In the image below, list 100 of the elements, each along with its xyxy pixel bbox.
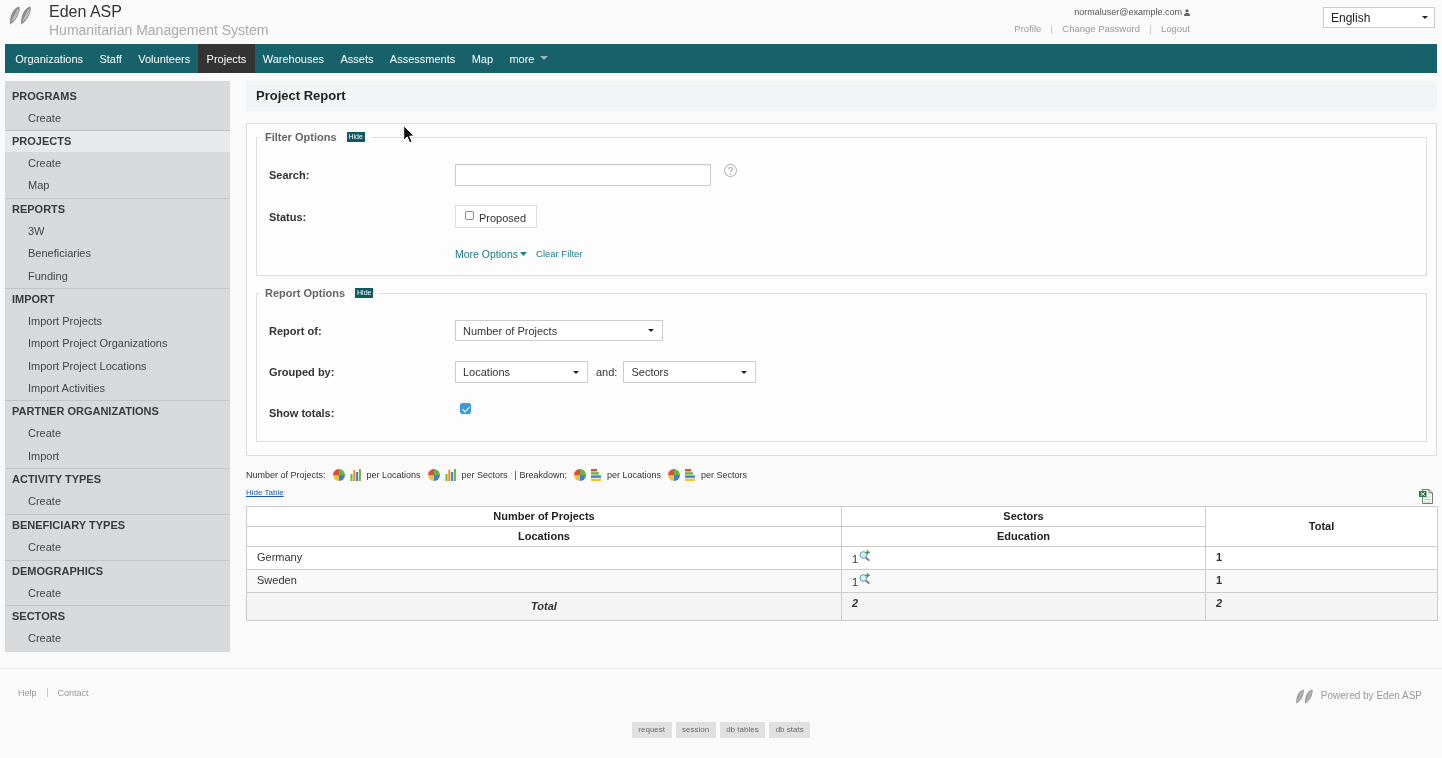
clear-filter-link[interactable]: Clear Filter bbox=[536, 247, 583, 261]
chart-link-label: per Sectors bbox=[461, 469, 508, 481]
sidebar-item[interactable]: Import bbox=[28, 448, 60, 463]
sidebar-heading[interactable]: PROGRAMS bbox=[5, 85, 230, 107]
spreadsheet-export-icon[interactable] bbox=[1419, 489, 1433, 504]
user-email: normaluser@example.com bbox=[1074, 6, 1182, 19]
checkbox[interactable] bbox=[460, 403, 471, 414]
language-select[interactable]: English bbox=[1323, 7, 1435, 28]
nav-tab[interactable]: Warehouses bbox=[254, 44, 333, 73]
site-title: Eden ASP bbox=[49, 3, 122, 21]
table-cell: 1 bbox=[1205, 546, 1438, 570]
caret-icon bbox=[741, 370, 748, 374]
debug-button[interactable]: session bbox=[675, 721, 716, 738]
table-cell: Germany bbox=[246, 546, 842, 570]
table-cell: 2 bbox=[1205, 592, 1438, 621]
sidebar-item[interactable]: Import Project Organizations bbox=[28, 336, 168, 351]
sidebar-item[interactable]: Create bbox=[28, 585, 62, 600]
table-cell: 1 bbox=[1205, 569, 1438, 593]
nav-tab[interactable]: Volunteers bbox=[130, 44, 199, 73]
logo-icon[interactable] bbox=[8, 6, 33, 25]
table-cell: Total bbox=[246, 592, 842, 621]
sidebar-heading[interactable]: REPORTS bbox=[5, 199, 230, 221]
nav-tab[interactable]: Staff bbox=[91, 44, 131, 73]
rows-select[interactable]: Locations bbox=[455, 361, 588, 383]
sidebar-heading[interactable]: IMPORT bbox=[5, 289, 230, 311]
field-label: Show totals: bbox=[269, 406, 335, 420]
and-label: and: bbox=[596, 366, 618, 378]
chart-link-label: per Locations bbox=[607, 469, 662, 481]
checkbox[interactable] bbox=[465, 211, 474, 220]
sidebar-item[interactable]: Import Project Locations bbox=[28, 358, 147, 373]
fieldset-legend: Filter Options bbox=[265, 130, 337, 144]
columns-select[interactable]: Sectors bbox=[623, 361, 757, 383]
pie-chart-icon[interactable] bbox=[332, 469, 345, 481]
nav-tab[interactable]: Projects bbox=[198, 44, 255, 73]
sidebar-item[interactable]: Import Activities bbox=[28, 380, 106, 395]
stacked-bar-chart-icon[interactable] bbox=[591, 469, 601, 481]
field-label: Grouped by: bbox=[269, 365, 335, 379]
sidebar-item[interactable]: Create bbox=[28, 631, 62, 646]
nav-tab[interactable]: Map bbox=[463, 44, 502, 73]
sidebar-item[interactable]: Create bbox=[28, 540, 62, 555]
bar-chart-icon[interactable] bbox=[444, 469, 456, 481]
sidebar-heading[interactable]: PARTNER ORGANIZATIONS bbox=[5, 401, 230, 423]
sidebar-heading[interactable]: PROJECTS bbox=[5, 131, 230, 153]
sidebar-item[interactable]: Create bbox=[28, 156, 62, 171]
sidebar-item[interactable]: Map bbox=[28, 178, 50, 193]
sidebar-item[interactable]: 3W bbox=[28, 224, 45, 239]
table-header-cell: Number of Projects bbox=[246, 506, 842, 527]
user-icon bbox=[1184, 8, 1190, 16]
sidebar-item[interactable]: Beneficiaries bbox=[28, 246, 91, 261]
caret-icon bbox=[648, 329, 654, 332]
logo-icon bbox=[1294, 688, 1314, 704]
nav-tab[interactable]: Assessments bbox=[381, 44, 464, 73]
cell-value: 1 bbox=[852, 576, 859, 589]
debug-button[interactable]: db stats bbox=[769, 721, 811, 738]
pie-chart-icon[interactable] bbox=[427, 469, 440, 481]
sidebar-heading[interactable]: ACTIVITY TYPES bbox=[5, 469, 230, 491]
option-label: Proposed bbox=[479, 211, 527, 225]
search-field[interactable] bbox=[455, 164, 711, 186]
fieldset-legend: Report Options bbox=[265, 286, 346, 300]
pie-chart-icon[interactable] bbox=[574, 469, 586, 481]
sidebar-heading[interactable]: SECTORS bbox=[5, 606, 230, 628]
magnifier-icon[interactable] bbox=[859, 550, 871, 561]
debug-button[interactable]: request bbox=[631, 721, 672, 738]
table-cell: 2 bbox=[841, 592, 1206, 621]
sidebar-heading[interactable]: DEMOGRAPHICS bbox=[5, 560, 230, 582]
page-title: Project Report bbox=[256, 88, 346, 104]
field-label: Search: bbox=[269, 168, 310, 182]
caret-icon bbox=[1422, 16, 1428, 19]
field-label: Status: bbox=[269, 209, 307, 224]
table-header-cell: Education bbox=[841, 526, 1206, 547]
chart-link-label: per Sectors bbox=[701, 469, 748, 481]
debug-button[interactable]: db tables bbox=[719, 721, 766, 738]
site-subtitle: Humanitarian Management System bbox=[49, 22, 269, 39]
chart-links-label: | Breakdown: bbox=[514, 469, 567, 481]
sidebar-item[interactable]: Import Projects bbox=[28, 314, 102, 329]
chart-links-label: Number of Projects: bbox=[246, 469, 326, 481]
caret-icon bbox=[573, 370, 579, 374]
magnifier-icon[interactable] bbox=[859, 573, 871, 584]
pie-chart-icon[interactable] bbox=[668, 469, 681, 481]
table-header-cell: Total bbox=[1205, 506, 1438, 547]
more-options-link[interactable]: More Options bbox=[455, 247, 528, 261]
sidebar-item[interactable]: Create bbox=[28, 110, 62, 125]
caret-icon bbox=[540, 55, 549, 60]
status-option[interactable]: Proposed bbox=[455, 205, 537, 228]
table-header-cell: Locations bbox=[246, 526, 842, 547]
stacked-bar-chart-icon[interactable] bbox=[685, 469, 696, 481]
bar-chart-icon[interactable] bbox=[349, 469, 361, 481]
hide-table-link[interactable]: Hide Table bbox=[246, 487, 284, 499]
nav-tab[interactable]: more bbox=[501, 44, 557, 73]
sidebar-heading[interactable]: BENEFICIARY TYPES bbox=[5, 514, 230, 536]
sidebar-item[interactable]: Create bbox=[28, 494, 62, 509]
cell-value: 1 bbox=[852, 553, 859, 566]
caret-icon bbox=[520, 252, 528, 256]
sidebar-item[interactable]: Create bbox=[28, 426, 62, 441]
sidebar-item[interactable]: Funding bbox=[28, 268, 68, 283]
nav-tab[interactable]: Organizations bbox=[7, 44, 92, 73]
help-icon[interactable] bbox=[724, 164, 737, 177]
field-label: Report of: bbox=[269, 323, 322, 338]
report-of-select[interactable]: Number of Projects bbox=[455, 320, 663, 341]
nav-tab[interactable]: Assets bbox=[332, 44, 382, 73]
